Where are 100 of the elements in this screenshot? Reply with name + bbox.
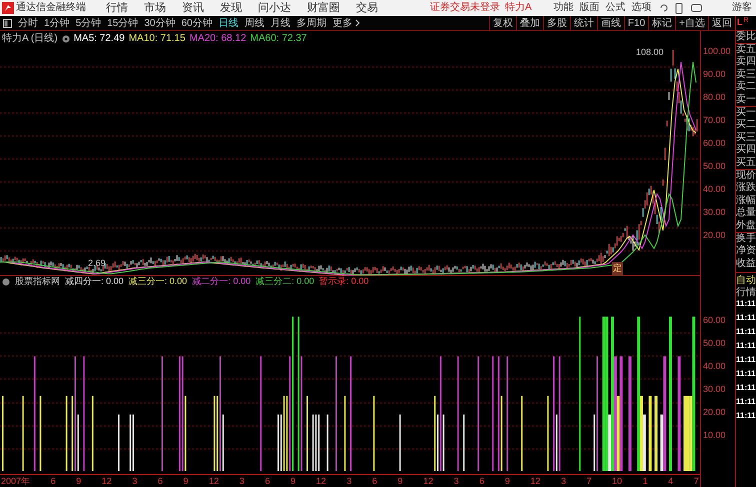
auto-label[interactable]: 自动 [736, 272, 756, 286]
tool-button[interactable]: +自选 [675, 16, 708, 30]
period-tab[interactable]: 15分钟 [104, 16, 142, 30]
tool-button[interactable]: 叠加 [516, 16, 543, 30]
menu-item[interactable]: 财富圈 [307, 2, 340, 14]
quote-row-label: 买一 [736, 106, 756, 119]
indicator-name: 股票指标网 [15, 275, 60, 288]
quote-row-label: 卖三 [736, 68, 756, 80]
tool-button[interactable]: 复权 [488, 16, 516, 30]
date-axis-label: 2007年 [1, 475, 30, 487]
refresh-icon[interactable] [658, 3, 669, 13]
indicator-axis-label: 40.00 [702, 360, 727, 373]
quote-row-label: 总量 [736, 207, 756, 220]
date-axis-label: 9 [290, 475, 296, 487]
price-axis-label: 100.00 [702, 45, 732, 58]
date-axis-label: 1 [642, 475, 648, 487]
trade-time: 11:11 [736, 368, 756, 380]
date-axis-label: 3 [560, 475, 566, 487]
phone-icon[interactable] [674, 2, 683, 14]
period-tab[interactable]: 60分钟 [178, 16, 216, 30]
date-axis-label: 3 [346, 475, 352, 487]
menu-item[interactable]: 公式 [606, 2, 626, 14]
app-logo-icon [2, 2, 14, 14]
period-tab[interactable]: 多周期 [294, 16, 330, 30]
tool-button[interactable]: 画线 [596, 16, 624, 30]
period-tab[interactable]: 分时 [15, 16, 41, 30]
chart-title: 特力A (日线) [2, 32, 58, 46]
date-axis-label: 12 [423, 475, 434, 487]
menu-item[interactable]: 问小达 [258, 2, 291, 14]
feed-label: 行情 [736, 286, 756, 298]
period-tab[interactable]: 月线 [268, 16, 294, 30]
indicator-axis-label: 30.00 [702, 383, 727, 396]
tool-button[interactable]: 返回 [708, 16, 735, 30]
price-axis-label: 20.00 [702, 229, 727, 242]
period-tab[interactable]: 日线 [216, 16, 242, 30]
tool-button[interactable]: F10 [624, 16, 648, 30]
date-axis-label: 6 [158, 475, 163, 487]
menu-item[interactable]: 版面 [580, 2, 600, 14]
date-axis-label: 7 [586, 475, 592, 487]
trade-time: 11:11 [736, 298, 756, 310]
price-axis-label: 70.00 [702, 114, 727, 127]
indicator-value-label: 减三分一: 0.00 [128, 275, 188, 288]
menu-item[interactable]: 交易 [356, 2, 378, 14]
period-tab[interactable]: 5分钟 [72, 16, 104, 30]
login-status[interactable]: 证券交易未登录 [430, 2, 500, 14]
menu-item[interactable]: 资讯 [182, 2, 204, 14]
quote-row-label: 涨跌 [736, 182, 756, 194]
user-name[interactable]: 游客 [732, 2, 752, 14]
date-axis-label: 9 [504, 475, 510, 487]
quote-row-label: 现价 [736, 170, 756, 182]
period-tab[interactable]: 1分钟 [41, 16, 73, 30]
date-axis-label: 6 [479, 475, 484, 487]
message-icon[interactable] [690, 4, 702, 12]
quote-row-label: 卖五 [736, 44, 756, 56]
trade-time: 11:11 [736, 354, 756, 366]
moving-average-label: MA20: 68.12 [189, 32, 246, 46]
moving-average-label: MA10: 71.15 [128, 32, 186, 46]
quote-row-label: 买二 [736, 119, 756, 132]
menu-item[interactable]: 功能 [554, 2, 574, 14]
high-price-label: 108.00 [636, 46, 664, 59]
indicator-settings-icon[interactable] [2, 278, 10, 286]
quote-row-label: 买三 [736, 132, 756, 144]
moving-average-label: MA5: 72.49 [74, 32, 125, 46]
menu-item[interactable]: 行情 [106, 2, 128, 14]
gear-icon[interactable] [62, 34, 70, 42]
tool-button[interactable]: 标记 [648, 16, 676, 30]
menu-item[interactable]: 发现 [220, 2, 242, 14]
price-axis-label: 30.00 [702, 206, 727, 219]
panel-toggle-icon[interactable] [3, 18, 12, 28]
date-axis-label: 7 [694, 475, 699, 487]
quote-row-label: 买四 [736, 144, 756, 157]
date-axis-label: 9 [398, 475, 403, 487]
period-tab[interactable]: 更多 [330, 16, 362, 30]
menu-item[interactable]: 市场 [144, 2, 166, 14]
date-axis-label: 10 [612, 475, 622, 487]
menu-item[interactable]: 选项 [632, 2, 652, 14]
date-axis-label: 12 [102, 475, 112, 487]
date-axis-label: 9 [76, 475, 82, 487]
level-letter: L [737, 16, 742, 29]
chevron-right-icon [354, 19, 360, 27]
indicator-value-label: 减三分二: 0.00 [256, 275, 314, 288]
period-tab[interactable]: 30分钟 [141, 16, 178, 30]
tool-button[interactable]: 统计 [570, 16, 597, 30]
event-marker[interactable]: 定 [612, 262, 623, 276]
indicator-axis-label: 10.00 [702, 429, 727, 442]
app-name: 通达信金融终端 [16, 2, 87, 14]
price-axis-label: 60.00 [702, 137, 727, 150]
date-axis-label: 12 [208, 475, 219, 487]
date-axis-label: 9 [183, 475, 188, 487]
date-axis-label: 6 [264, 475, 270, 487]
trade-time: 11:11 [736, 326, 756, 338]
indicator-value-label: 减二分一: 0.00 [192, 275, 251, 288]
indicator-value-label: 减四分一: 0.00 [65, 275, 124, 288]
tool-button[interactable]: 多股 [542, 16, 570, 30]
date-axis-label: 12 [316, 475, 326, 487]
period-tab[interactable]: 周线 [242, 16, 268, 30]
date-axis-label: 12 [530, 475, 540, 487]
date-axis-label: 6 [50, 475, 56, 487]
trade-time: 11:11 [736, 396, 756, 408]
quote-row-label: 净资 [736, 245, 756, 258]
